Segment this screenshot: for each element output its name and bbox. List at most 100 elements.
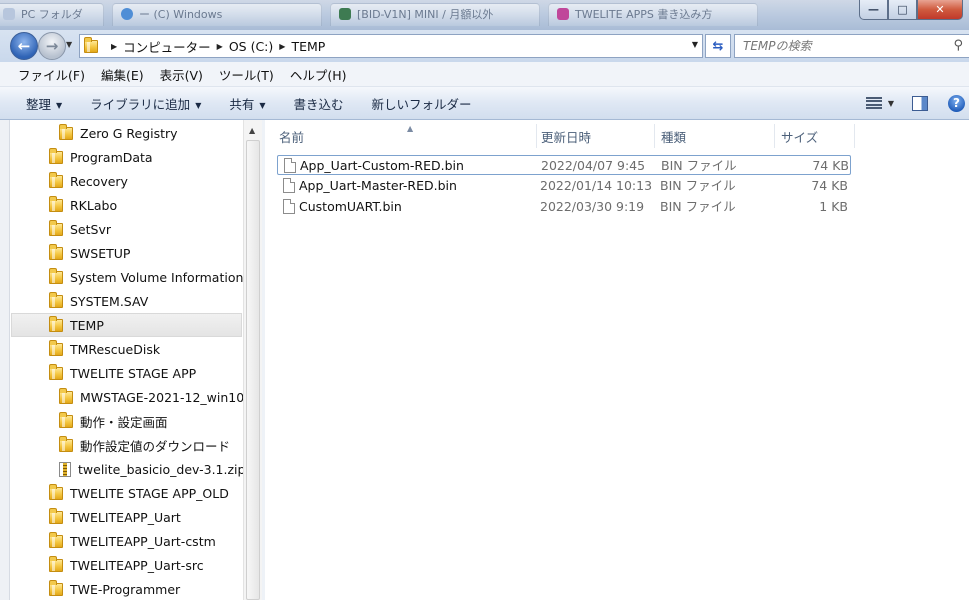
view-options-dropdown[interactable]: ▼ (888, 99, 894, 108)
menu-file[interactable]: ファイル(F) (0, 65, 93, 84)
tree-item-label: SYSTEM.SAV (70, 293, 149, 309)
tree-item[interactable]: MWSTAGE-2021-12_win10 (59, 385, 244, 409)
tree-item[interactable]: System Volume Information (49, 265, 243, 289)
chevron-down-icon: ▼ (56, 100, 63, 110)
tree-item-label: TEMP (70, 317, 104, 333)
scrollbar-thumb[interactable] (246, 140, 260, 600)
folder-icon (59, 411, 73, 428)
new-folder-button[interactable]: 新しいフォルダー (358, 94, 486, 113)
recent-pages-dropdown[interactable]: ▼ (66, 40, 72, 49)
tree-item[interactable]: Recovery (49, 169, 128, 193)
folder-icon (49, 267, 63, 284)
chevron-down-icon: ▼ (195, 100, 202, 110)
breadcrumb-computer[interactable]: コンピューター (123, 37, 211, 56)
file-type: BIN ファイル (660, 178, 736, 193)
breadcrumb-temp[interactable]: TEMP (291, 39, 325, 54)
menu-view[interactable]: 表示(V) (152, 65, 211, 84)
column-name[interactable]: 名前 ▲ (273, 124, 537, 148)
navigation-scrollbar[interactable]: ▲ (243, 120, 262, 600)
tree-item[interactable]: TWE-Programmer (49, 577, 180, 600)
tree-item[interactable]: TMRescueDisk (49, 337, 160, 361)
share-button[interactable]: 共有 ▼ (215, 94, 279, 113)
folder-icon (84, 36, 98, 53)
background-tab[interactable]: [BID-V1N] MINI / 月額以外 (330, 3, 540, 26)
tree-item-label: TWE-Programmer (70, 581, 181, 597)
tree-item-label: TMRescueDisk (70, 341, 161, 357)
help-icon[interactable]: ? (948, 94, 965, 112)
include-in-library-button[interactable]: ライブラリに追加 ▼ (76, 94, 215, 113)
minimize-button[interactable]: — (859, 0, 888, 20)
background-tab[interactable]: ー (C) Windows (112, 3, 322, 26)
background-tab[interactable]: TWELITE APPS 書き込み方 (548, 3, 758, 26)
file-icon (283, 199, 295, 214)
column-date-modified[interactable]: 更新日時 (535, 124, 655, 148)
search-box[interactable]: ⚲ (734, 34, 969, 58)
file-row[interactable]: App_Uart-Custom-RED.bin 2022/04/07 9:45 BI… (277, 155, 851, 175)
tree-item[interactable]: 動作・設定画面 (59, 409, 168, 433)
chevron-right-icon[interactable]: ▶ (111, 42, 117, 51)
burn-button[interactable]: 書き込む (280, 94, 358, 113)
column-size[interactable]: サイズ (775, 124, 855, 148)
search-icon[interactable]: ⚲ (953, 38, 963, 53)
chevron-right-icon[interactable]: ▶ (217, 42, 223, 51)
tree-item[interactable]: TWELITEAPP_Uart-cstm (49, 529, 216, 553)
folder-icon (49, 555, 63, 572)
tree-item-label: TWELITE STAGE APP_OLD (70, 485, 229, 501)
tree-item[interactable]: TWELITEAPP_Uart (49, 505, 181, 529)
tree-item[interactable]: TWELITE STAGE APP_OLD (49, 481, 229, 505)
tree-item[interactable]: TWELITEAPP_Uart-src (49, 553, 204, 577)
menu-tools[interactable]: ツール(T) (211, 65, 282, 84)
change-view-icon[interactable] (865, 97, 882, 109)
background-tab-label: [BID-V1N] MINI / 月額以外 (357, 8, 494, 21)
folder-icon (49, 147, 63, 164)
forward-button[interactable]: → (38, 32, 66, 60)
organize-button[interactable]: 整理 ▼ (0, 94, 76, 113)
file-row[interactable]: CustomUART.bin 2022/03/30 9:19 BIN ファイル 1 K… (277, 197, 851, 217)
close-button[interactable]: ✕ (917, 0, 963, 20)
sort-ascending-icon: ▲ (407, 124, 414, 133)
file-size: 74 KB (812, 158, 849, 173)
tree-item[interactable]: 動作設定値のダウンロード (59, 433, 230, 457)
file-icon (283, 178, 295, 193)
file-row[interactable]: App_Uart-Master-RED.bin 2022/01/14 10:13 B… (277, 176, 851, 196)
tree-item[interactable]: TEMP (11, 313, 242, 337)
arrow-right-icon: → (45, 37, 59, 55)
tree-item-label: System Volume Information (70, 269, 244, 285)
tree-item-label: ProgramData (70, 149, 153, 165)
tree-item-label: MWSTAGE-2021-12_win10 (80, 389, 245, 405)
file-type: BIN ファイル (660, 199, 736, 214)
tree-item[interactable]: SYSTEM.SAV (49, 289, 148, 313)
refresh-button[interactable]: ⇆ (705, 34, 731, 58)
folder-icon (59, 387, 73, 404)
scroll-up-icon[interactable]: ▲ (249, 126, 255, 135)
background-tab[interactable]: PC フォルダ (0, 3, 104, 26)
tree-item[interactable]: Zero G Registry (59, 121, 178, 145)
tree-item[interactable]: ProgramData (49, 145, 153, 169)
search-input[interactable] (741, 38, 945, 54)
chevron-down-icon: ▼ (259, 100, 266, 110)
tree-item-label: TWELITEAPP_Uart-src (70, 557, 204, 573)
app-icon (121, 8, 133, 20)
tree-item[interactable]: SWSETUP (49, 241, 130, 265)
address-history-dropdown[interactable]: ▼ (692, 40, 698, 49)
file-date-modified: 2022/03/30 9:19 (540, 199, 645, 214)
file-date-modified: 2022/01/14 10:13 (540, 178, 653, 193)
menu-help[interactable]: ヘルプ(H) (282, 65, 355, 84)
column-type[interactable]: 種類 (655, 124, 775, 148)
preview-pane-icon[interactable] (912, 95, 928, 111)
tree-item[interactable]: RKLabo (49, 193, 117, 217)
back-button[interactable]: ← (10, 32, 38, 60)
tree-item[interactable]: twelite_basicio_dev-3.1.zip (59, 457, 245, 481)
column-name-label: 名前 (279, 129, 305, 145)
address-bar[interactable]: ▶ コンピューター ▶ OS (C:) ▶ TEMP ▼ (79, 34, 703, 58)
tree-item[interactable]: SetSvr (49, 217, 111, 241)
tree-item[interactable]: TWELITE STAGE APP (49, 361, 196, 385)
share-label: 共有 (229, 96, 255, 112)
breadcrumb-drive[interactable]: OS (C:) (229, 39, 273, 54)
menu-edit[interactable]: 編集(E) (93, 65, 152, 84)
tree-item-label: TWELITEAPP_Uart-cstm (70, 533, 216, 549)
folder-icon (49, 483, 63, 500)
chevron-right-icon[interactable]: ▶ (279, 42, 285, 51)
maximize-button[interactable]: □ (888, 0, 917, 20)
app-icon (339, 8, 351, 20)
